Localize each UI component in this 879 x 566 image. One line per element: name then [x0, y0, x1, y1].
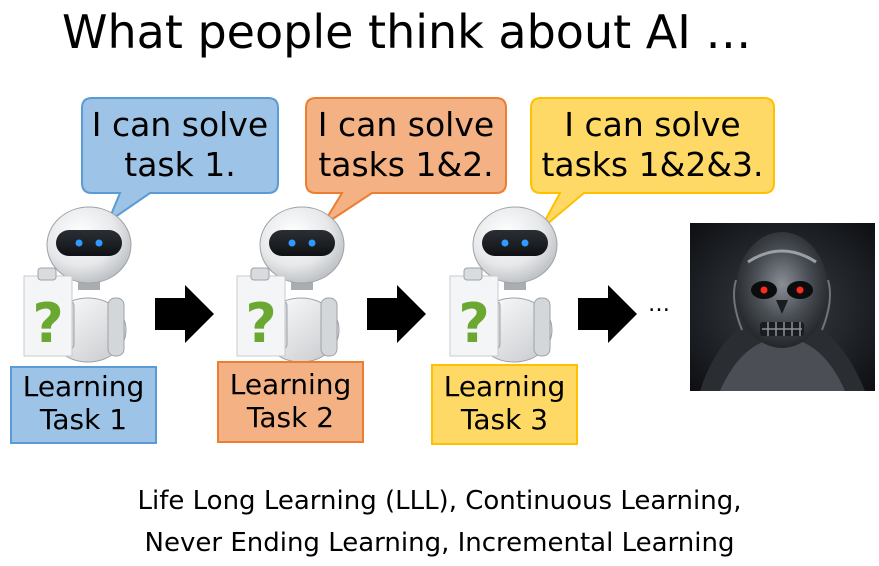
svg-text:?: ?	[32, 292, 63, 355]
robot-2: ?	[236, 206, 345, 363]
continuation-ellipsis: …	[648, 292, 671, 317]
document-question-icon: ?	[236, 267, 286, 357]
right-arrow-icon	[367, 285, 426, 343]
robot-3: ?	[449, 206, 558, 363]
svg-text:?: ?	[458, 292, 489, 355]
task-box-1-line-2: Task 1	[39, 403, 128, 436]
svg-text:?: ?	[245, 292, 276, 355]
bubble-3-line-1: I can solve	[564, 105, 741, 144]
caption: Life Long Learning (LLL), Continuous Lea…	[0, 480, 879, 564]
bubble-2-line-2: tasks 1&2.	[318, 145, 494, 184]
robot-1: ?	[23, 206, 132, 363]
bubble-3-text: I can solve tasks 1&2&3.	[531, 105, 774, 185]
bubble-3-line-2: tasks 1&2&3.	[541, 145, 764, 184]
task-box-3: Learning Task 3	[432, 370, 577, 436]
document-question-icon: ?	[449, 267, 499, 357]
task-box-2: Learning Task 2	[218, 368, 363, 434]
task-box-2-line-1: Learning	[229, 368, 352, 401]
caption-line-2: Never Ending Learning, Incremental Learn…	[144, 528, 735, 558]
bubble-1-text: I can solve task 1.	[82, 105, 278, 185]
bubble-1-line-2: task 1.	[124, 145, 236, 184]
task-box-1-line-1: Learning	[22, 370, 145, 403]
task-box-1: Learning Task 1	[11, 370, 156, 436]
caption-line-1: Life Long Learning (LLL), Continuous Lea…	[137, 486, 742, 516]
right-arrow-icon	[578, 285, 637, 343]
task-box-3-line-2: Task 3	[460, 403, 549, 436]
terminator-robot-image	[690, 223, 875, 391]
document-question-icon: ?	[23, 267, 73, 357]
bubble-1-line-1: I can solve	[91, 105, 269, 144]
right-arrow-icon	[155, 285, 214, 343]
bubble-2-text: I can solve tasks 1&2.	[306, 105, 506, 185]
bubble-2-line-1: I can solve	[317, 105, 495, 144]
task-box-2-line-2: Task 2	[246, 401, 335, 434]
task-box-3-line-1: Learning	[443, 370, 566, 403]
